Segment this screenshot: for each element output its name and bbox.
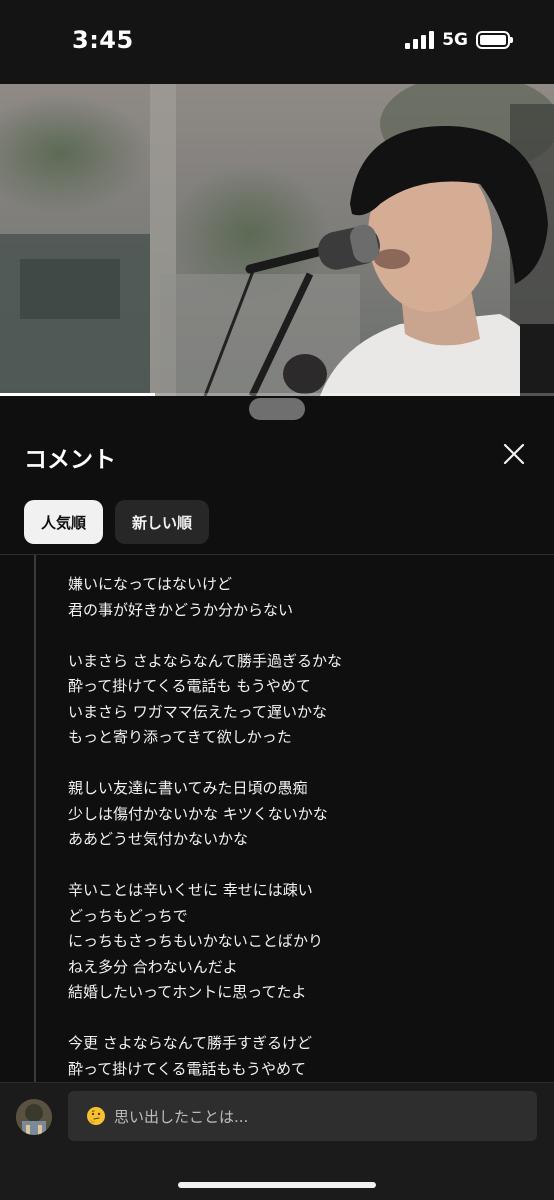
thread-line — [34, 555, 36, 1082]
close-icon — [503, 443, 525, 465]
comment-line: いまさら さよならなんて勝手過ぎるかな — [68, 651, 343, 670]
comment-line: どっちもどっちで — [68, 906, 188, 925]
comment-input[interactable]: 思い出したことは... — [68, 1091, 537, 1141]
network-type: 5G — [442, 30, 468, 50]
comment-line: 君の事が好きかどうか分からない — [68, 600, 294, 619]
battery-icon — [476, 31, 513, 49]
video-frame — [0, 84, 554, 396]
comment-line: 酔って掛けてくる電話も もうやめて — [68, 677, 311, 695]
comment-line: ああどうせ気付かないかな — [68, 830, 249, 848]
close-button[interactable] — [498, 438, 530, 470]
comment-line: 今更 さよならなんて勝手すぎるけど — [68, 1034, 313, 1052]
status-time: 3:45 — [72, 26, 134, 54]
comments-sheet: コメント 人気順 新しい順 嫌いになってはないけど君の事が好きかどうか分からない… — [0, 396, 554, 1200]
video-player[interactable] — [0, 84, 554, 396]
avatar-image — [16, 1099, 52, 1135]
comment-line: もっと寄り添ってきて欲しかった — [68, 728, 292, 746]
comment-line: にっちもさっちもいかないことばかり — [68, 932, 324, 950]
comment-line: 酔って掛けてくる電話ももうやめて — [68, 1059, 307, 1078]
drag-handle[interactable] — [249, 398, 305, 420]
sort-chips: 人気順 新しい順 — [24, 500, 210, 544]
status-indicators: 5G — [405, 30, 513, 50]
chip-popular[interactable]: 人気順 — [24, 500, 104, 544]
comment-line: 少しは傷付かないかな キツくないかな — [68, 804, 328, 823]
comment-input-placeholder: 思い出したことは... — [114, 1107, 249, 1126]
thinking-face-icon — [87, 1107, 105, 1125]
comment-input-bar: 思い出したことは... — [0, 1082, 554, 1200]
comment-line: 親しい友達に書いてみた日頃の愚痴 — [68, 779, 308, 797]
comment-line: ねえ多分 合わないんだよ — [68, 957, 238, 976]
status-bar: 3:45 5G — [0, 0, 554, 84]
comment-line: 結婚したいってホントに思ってたよ — [68, 983, 307, 1001]
comment-line: 嫌いになってはないけど — [68, 575, 232, 593]
home-indicator[interactable] — [178, 1182, 376, 1188]
comment-blank-line — [68, 1006, 528, 1032]
comment-body: 嫌いになってはないけど君の事が好きかどうか分からないいまさら さよならなんて勝手… — [68, 572, 528, 1082]
comments-title: コメント — [24, 447, 116, 473]
comment-line: 辛いことは辛いくせに 幸せには疎い — [68, 881, 313, 899]
avatar[interactable] — [16, 1099, 52, 1135]
comment-thread[interactable]: 嫌いになってはないけど君の事が好きかどうか分からないいまさら さよならなんて勝手… — [0, 555, 554, 1082]
comment-blank-line — [68, 751, 528, 777]
signal-icon — [405, 31, 435, 49]
comment-blank-line — [68, 623, 528, 649]
comment-blank-line — [68, 853, 528, 879]
chip-newest[interactable]: 新しい順 — [115, 500, 210, 544]
comment-line: いまさら ワガママ伝えたって遅いかな — [68, 702, 328, 721]
